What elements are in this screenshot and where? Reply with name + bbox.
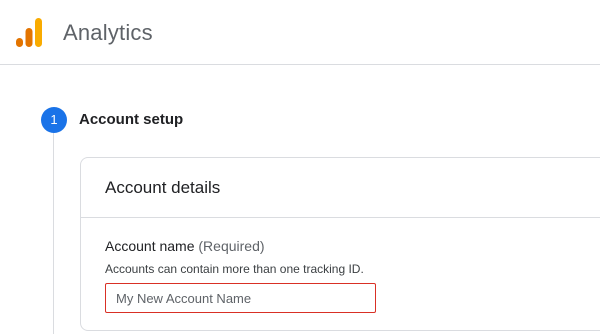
stepper-connector-line — [53, 133, 54, 334]
account-name-hint: Accounts can contain more than one track… — [105, 262, 364, 276]
card-title: Account details — [105, 178, 221, 197]
account-name-label: Account name (Required) — [105, 237, 265, 255]
required-indicator: (Required) — [194, 238, 265, 254]
page: Analytics 1 Account setup Account detail… — [0, 0, 600, 334]
top-app-bar: Analytics — [0, 0, 600, 65]
account-name-label-text: Account name — [105, 238, 195, 254]
app-title: Analytics — [63, 20, 153, 45]
step-title[interactable]: Account setup — [79, 111, 183, 129]
account-name-input[interactable] — [105, 283, 376, 313]
account-details-card: Account details Account name (Required) … — [80, 157, 600, 331]
analytics-logo-icon — [16, 18, 42, 47]
card-header: Account details — [81, 158, 600, 218]
step-number-badge: 1 — [41, 107, 67, 133]
